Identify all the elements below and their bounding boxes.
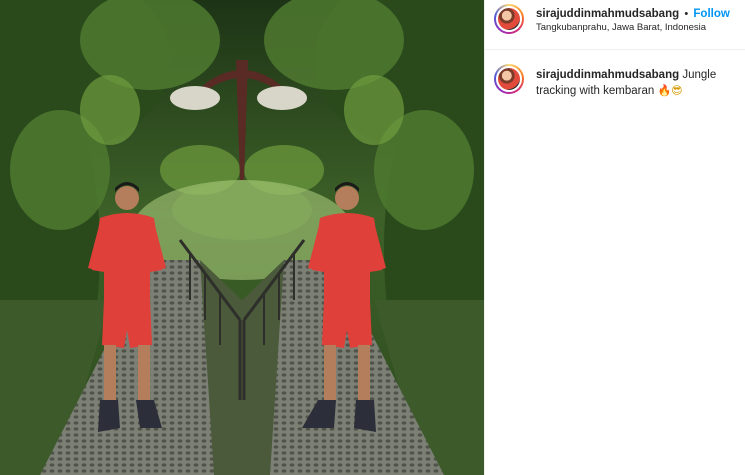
post-photo[interactable] xyxy=(0,0,484,475)
post-side-panel: sirajuddinmahmudsabang • Follow Tangkuba… xyxy=(484,0,745,475)
author-avatar[interactable] xyxy=(494,4,524,34)
comment-username[interactable]: sirajuddinmahmudsabang xyxy=(536,69,679,81)
fire-emoji: 🔥 xyxy=(657,84,672,97)
follow-button[interactable]: Follow xyxy=(693,8,729,20)
caption-text-block: sirajuddinmahmudsabang Jungle tracking w… xyxy=(536,68,736,99)
post-header: sirajuddinmahmudsabang • Follow Tangkuba… xyxy=(485,0,745,50)
comment-avatar[interactable] xyxy=(494,64,524,94)
header-line: sirajuddinmahmudsabang • Follow xyxy=(536,8,730,20)
photo-scene xyxy=(0,0,484,475)
sunglasses-emoji: 😎 xyxy=(671,84,683,97)
header-separator: • xyxy=(684,8,689,20)
author-username[interactable]: sirajuddinmahmudsabang xyxy=(536,8,679,20)
post-location[interactable]: Tangkubanprahu, Jawa Barat, Indonesia xyxy=(536,22,706,33)
